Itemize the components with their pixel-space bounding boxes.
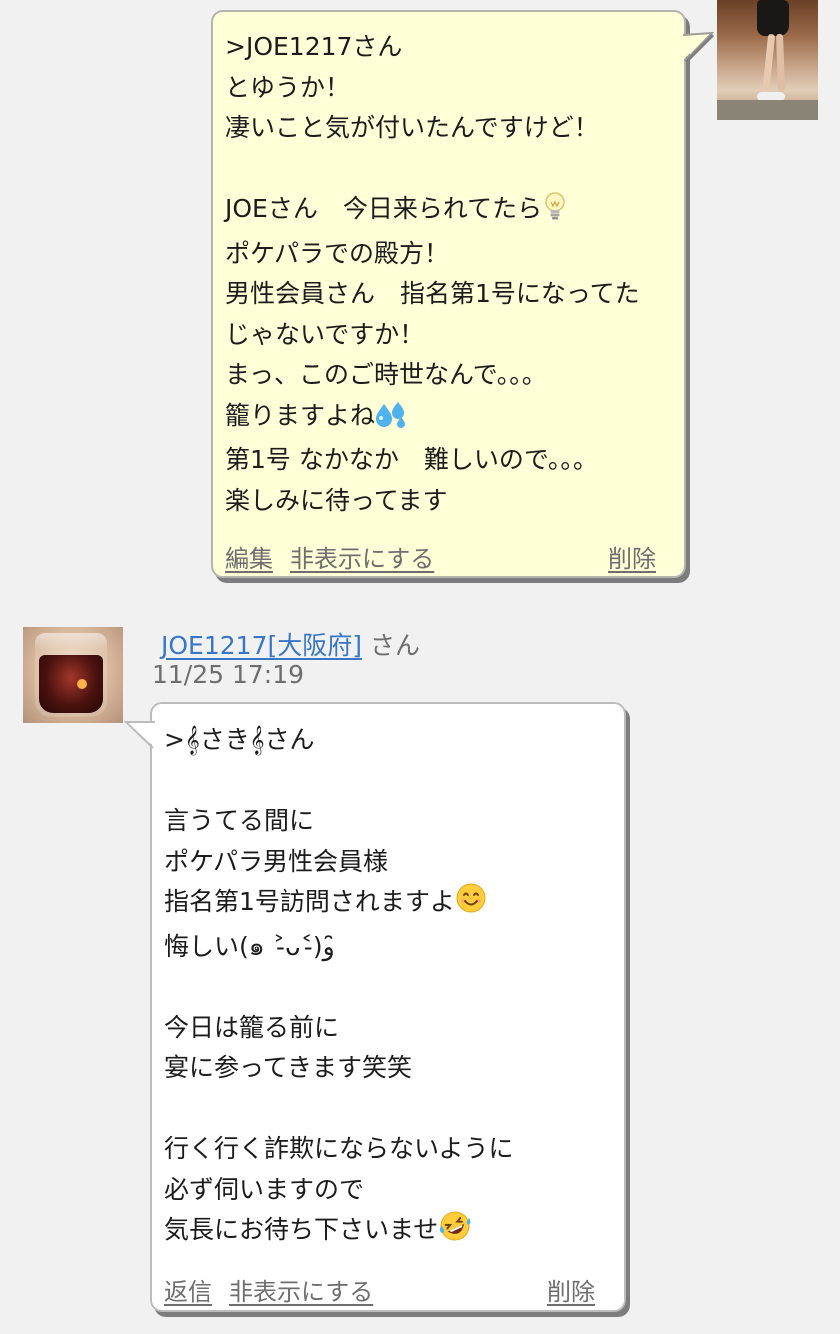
bubble-tail-left bbox=[124, 721, 156, 749]
chat-thread: >JOE1217さん とゆうか！ 凄いこと気が付いたんですけど！ JOEさん 今日来… bbox=[0, 0, 840, 1334]
smiling-face-icon bbox=[455, 882, 487, 927]
reply-link[interactable]: 返信 bbox=[164, 1272, 212, 1307]
message-line: 悔しい(๑ ˃̵ᴗ˂̵)و ̑̑ bbox=[164, 931, 343, 961]
hide-link[interactable]: 非表示にする bbox=[290, 539, 434, 574]
rolling-laughing-icon bbox=[438, 1210, 472, 1255]
message-line: ポケパラ男性会員様 bbox=[164, 846, 389, 876]
delete-link[interactable]: 削除 bbox=[608, 539, 656, 574]
message-line: ポケパラでの殿方！ bbox=[225, 238, 450, 268]
sender-avatar[interactable] bbox=[23, 627, 123, 723]
message-line: 必ず伺いますので bbox=[164, 1174, 365, 1204]
message-line: じゃないですか！ bbox=[225, 319, 425, 349]
lightbulb-icon bbox=[542, 191, 568, 234]
message-line: 男性会員さん 指名第1号になってた bbox=[225, 279, 640, 308]
message-line: JOEさん 今日来られてたら bbox=[225, 189, 640, 234]
message-line: 宴に参ってきます笑笑 bbox=[164, 1053, 413, 1082]
message-line-empty bbox=[164, 761, 514, 802]
message-line: まっ、このご時世なんで。。。 bbox=[225, 360, 547, 389]
sender-suffix: さん bbox=[369, 631, 420, 660]
own-avatar[interactable] bbox=[717, 0, 818, 120]
sweat-droplets-icon bbox=[375, 400, 407, 441]
sender-info: JOE1217[大阪府] さん bbox=[161, 626, 420, 662]
message-line: 気長にお待ち下さいませ bbox=[164, 1210, 514, 1255]
message-line: >𝄞さき𝄞さん bbox=[164, 725, 315, 754]
message-line: 指名第1号訪問されますよ bbox=[164, 882, 514, 927]
message-line: 凄いこと気が付いたんですけど！ bbox=[225, 113, 599, 142]
message-line-empty bbox=[164, 967, 514, 1008]
reply-message-text: >𝄞さき𝄞さん 言うてる間にポケパラ男性会員様指名第1号訪問されますよ悔しい(๑… bbox=[164, 720, 514, 1255]
message-line: とゆうか！ bbox=[225, 72, 351, 102]
message-line: 籠りますよね bbox=[225, 396, 640, 441]
message-line: 楽しみに待ってます bbox=[225, 485, 448, 515]
message-line-empty bbox=[225, 149, 640, 190]
edit-link[interactable]: 編集 bbox=[225, 539, 273, 574]
bubble-tail-right bbox=[682, 31, 714, 64]
message-line: 行く行く詐欺にならないように bbox=[164, 1134, 514, 1163]
delete-link[interactable]: 削除 bbox=[547, 1272, 595, 1307]
message-line: >JOE1217さん bbox=[225, 32, 403, 61]
message-timestamp: 11/25 17:19 bbox=[152, 660, 305, 689]
sender-username-link[interactable]: JOE1217[大阪府] bbox=[161, 631, 362, 660]
message-line: 第1号 なかなか 難しいので。。。 bbox=[225, 445, 598, 474]
message-line: 言うてる間に bbox=[164, 806, 315, 835]
message-line-empty bbox=[164, 1089, 514, 1130]
message-line: 今日は籠る前に bbox=[164, 1012, 340, 1042]
hide-link[interactable]: 非表示にする bbox=[229, 1272, 373, 1307]
own-message-text: >JOE1217さん とゆうか！ 凄いこと気が付いたんですけど！ JOEさん 今日来… bbox=[225, 27, 640, 521]
